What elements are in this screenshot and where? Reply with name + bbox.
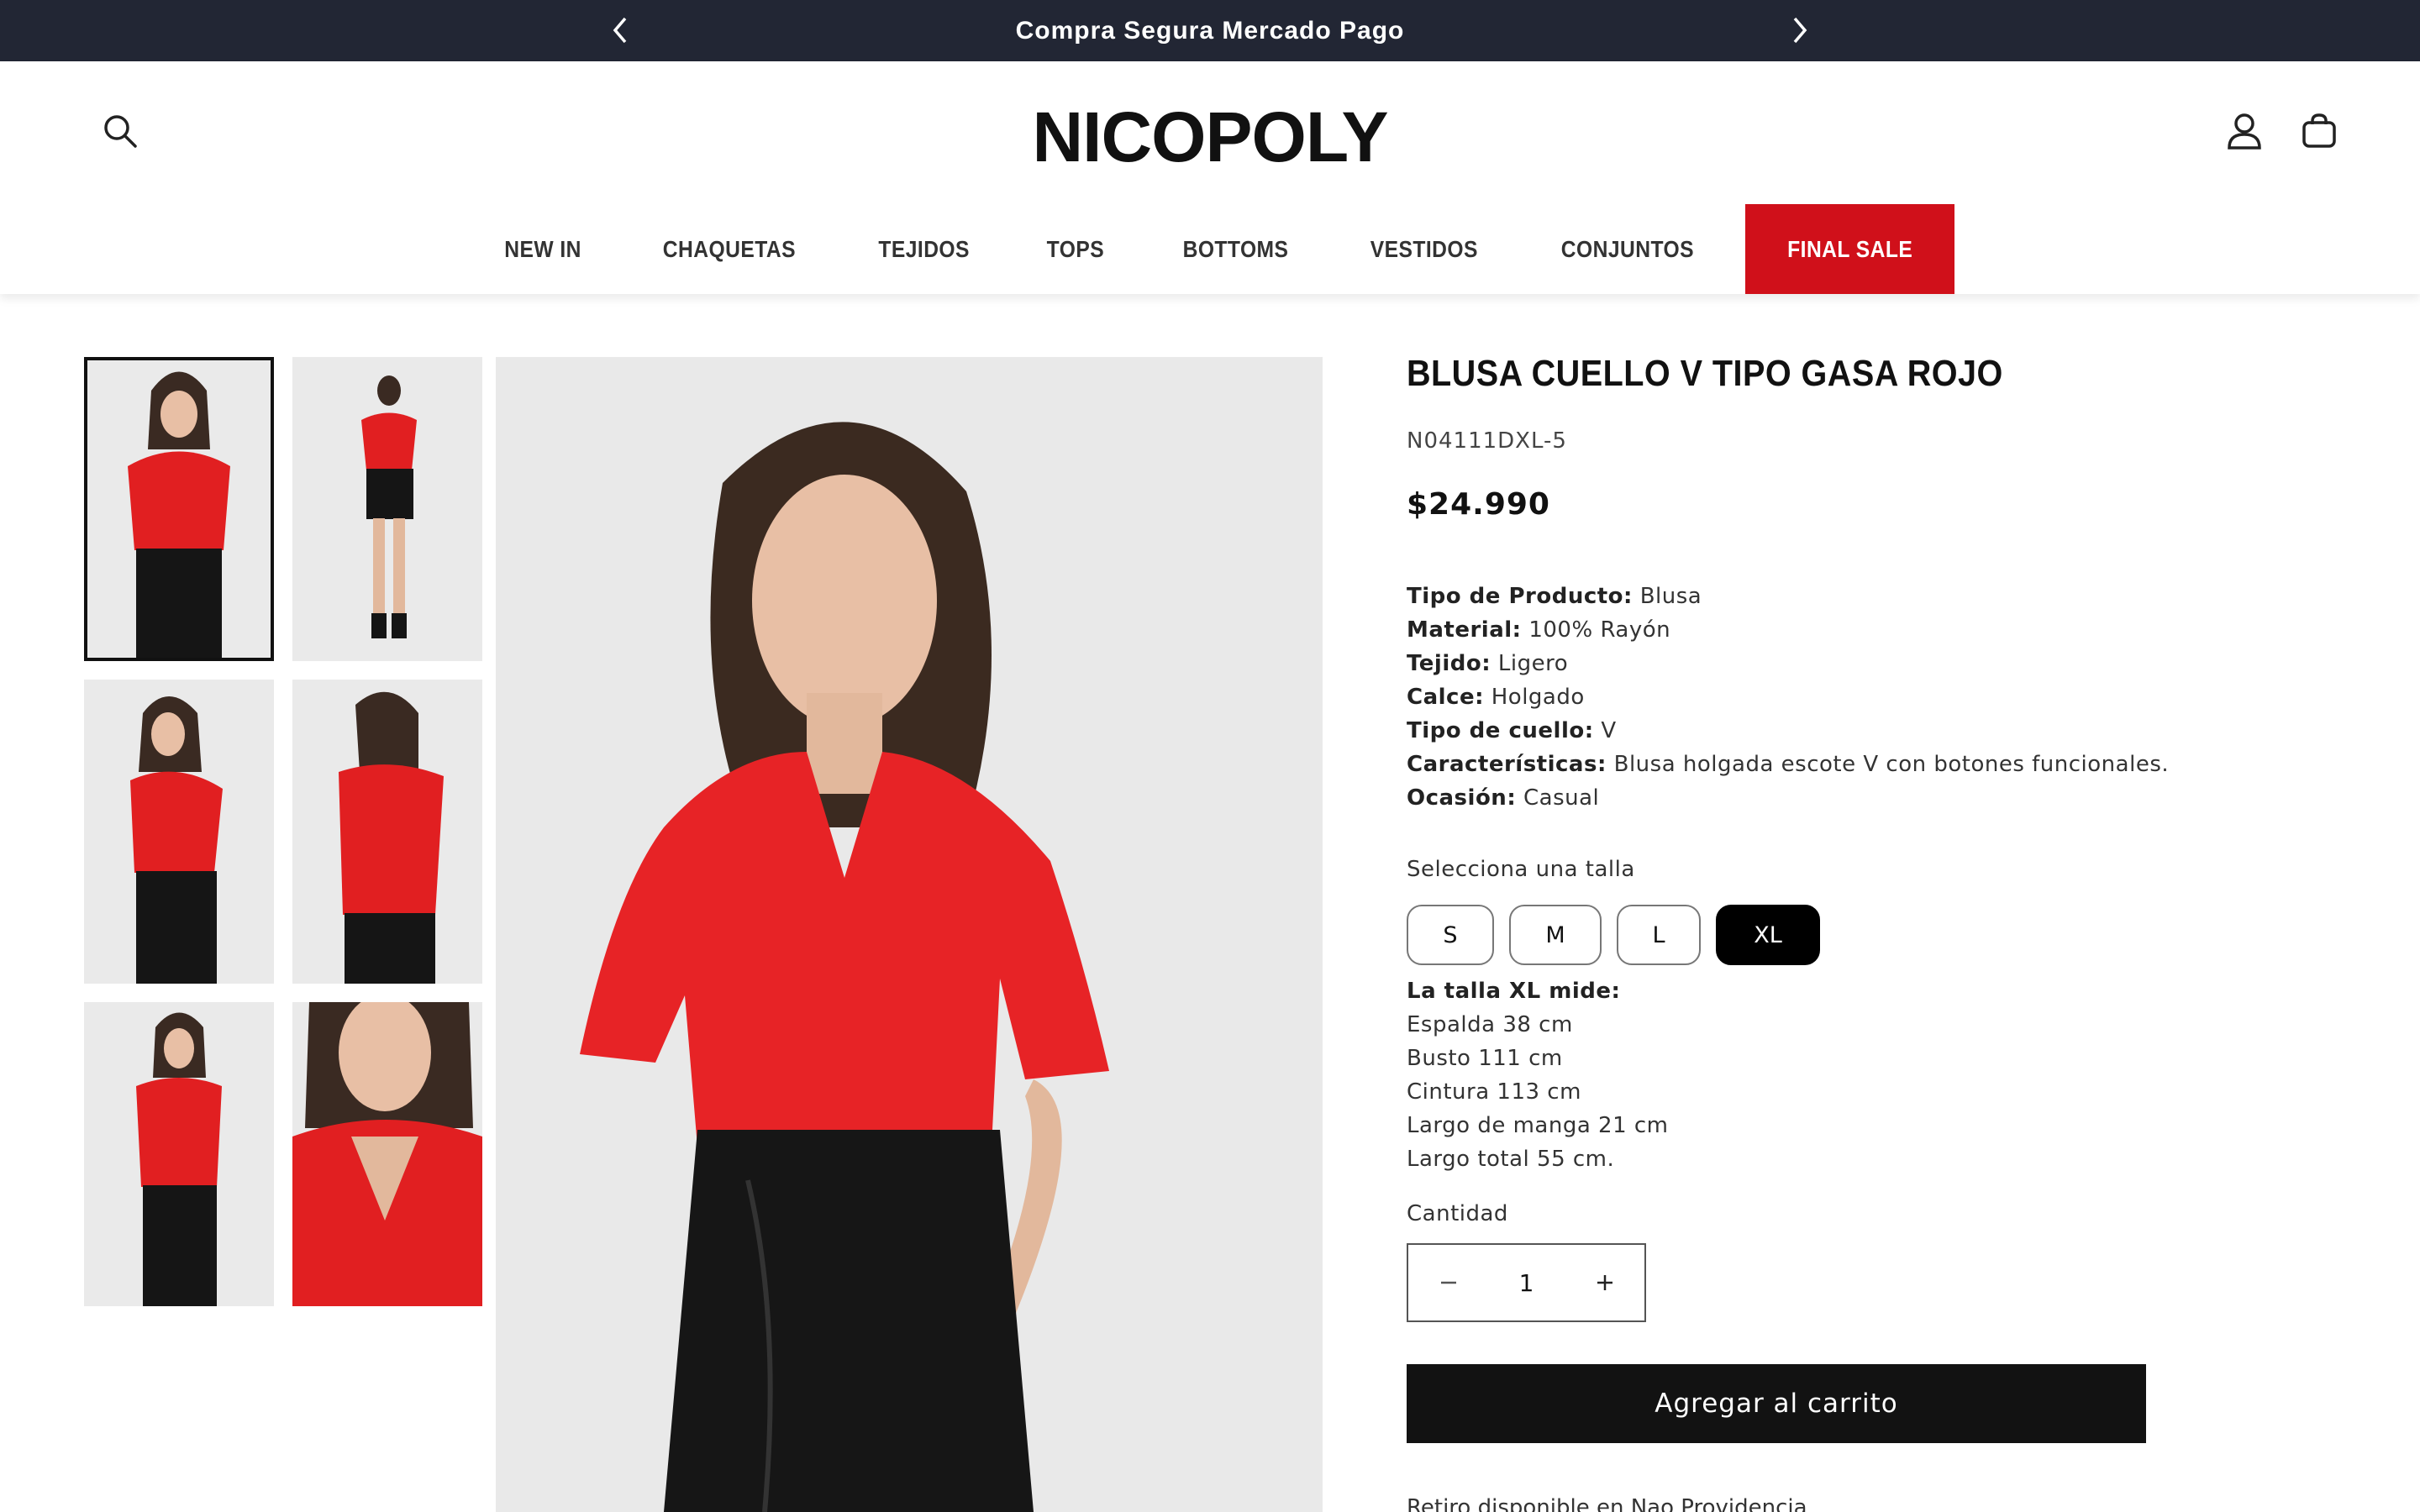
- nav-item-chaquetas[interactable]: CHAQUETAS: [633, 204, 825, 294]
- account-icon[interactable]: [2219, 106, 2270, 156]
- nav-item-final-sale-label: FINAL SALE: [1787, 235, 1913, 262]
- spec-label: Material:: [1407, 617, 1522, 643]
- product-sku: N04111DXL-5: [1407, 428, 1567, 454]
- spec-label: Ocasión:: [1407, 785, 1517, 811]
- minus-icon[interactable]: [1408, 1245, 1488, 1320]
- product-title: BLUSA CUELLO V TIPO GASA ROJO: [1407, 353, 2003, 394]
- spec-label: Tipo de Producto:: [1407, 584, 1633, 609]
- product-main-image[interactable]: [496, 357, 1323, 1512]
- product-price: $24.990: [1407, 487, 1550, 522]
- pickup-availability: Retiro disponible en Nao Providencia: [1407, 1495, 1807, 1512]
- nav-item-conjuntos[interactable]: CONJUNTOS: [1532, 204, 1724, 294]
- measure-title: La talla XL mide:: [1407, 979, 1621, 1004]
- quantity-input[interactable]: 1: [1488, 1269, 1565, 1297]
- spec-label: Tipo de cuello:: [1407, 718, 1594, 743]
- size-option-xl[interactable]: XL: [1716, 905, 1820, 965]
- spec-value: Blusa: [1639, 584, 1702, 609]
- spec-row: Material: 100% Rayón: [1407, 613, 2169, 647]
- size-measurements: La talla XL mide: Espalda 38 cm Busto 11…: [1407, 974, 1669, 1176]
- thumbnail-2[interactable]: [292, 357, 482, 661]
- spec-row: Ocasión: Casual: [1407, 781, 2169, 815]
- thumbnail-4[interactable]: [292, 680, 482, 984]
- logo[interactable]: NICOPOLY: [0, 97, 2420, 178]
- size-option-s[interactable]: S: [1407, 905, 1494, 965]
- announcement-bar: Compra Segura Mercado Pago: [0, 0, 2420, 61]
- spec-row: Características: Blusa holgada escote V …: [1407, 748, 2169, 781]
- spec-value: Ligero: [1497, 651, 1569, 676]
- thumbnail-1[interactable]: [84, 357, 274, 661]
- site-header: NICOPOLY NEW IN CHAQUETAS TEJIDOS TOPS B…: [0, 61, 2420, 294]
- thumbnail-6[interactable]: [292, 1002, 482, 1306]
- spec-label: Características:: [1407, 752, 1607, 777]
- product-specs: Tipo de Producto: Blusa Material: 100% R…: [1407, 580, 2169, 815]
- spec-value: Holgado: [1491, 685, 1585, 710]
- add-to-cart-button[interactable]: Agregar al carrito: [1407, 1364, 2146, 1443]
- measure-row: Espalda 38 cm: [1407, 1012, 1573, 1037]
- spec-row: Tipo de cuello: V: [1407, 714, 2169, 748]
- spec-value: Blusa holgada escote V con botones funci…: [1613, 752, 2170, 777]
- spec-row: Tejido: Ligero: [1407, 647, 2169, 680]
- size-selector: S M L XL: [1407, 905, 1820, 965]
- chevron-left-icon[interactable]: [602, 12, 639, 49]
- nav-item-tops[interactable]: TOPS: [1017, 204, 1134, 294]
- main-nav: NEW IN CHAQUETAS TEJIDOS TOPS BOTTOMS VE…: [0, 204, 2420, 294]
- quantity-stepper: 1: [1407, 1243, 1646, 1322]
- measure-row: Largo total 55 cm.: [1407, 1147, 1615, 1172]
- nav-item-bottoms[interactable]: BOTTOMS: [1153, 204, 1318, 294]
- nav-item-tejidos[interactable]: TEJIDOS: [849, 204, 999, 294]
- nav-item-vestidos[interactable]: VESTIDOS: [1340, 204, 1507, 294]
- measure-row: Largo de manga 21 cm: [1407, 1113, 1669, 1138]
- nav-item-final-sale[interactable]: FINAL SALE: [1744, 204, 1955, 294]
- thumbnail-5[interactable]: [84, 1002, 274, 1306]
- measure-row: Busto 111 cm: [1407, 1046, 1563, 1071]
- spec-value: V: [1601, 718, 1617, 743]
- quantity-label: Cantidad: [1407, 1201, 1508, 1226]
- size-option-m[interactable]: M: [1509, 905, 1602, 965]
- plus-icon[interactable]: [1565, 1245, 1644, 1320]
- measure-row: Cintura 113 cm: [1407, 1079, 1581, 1105]
- size-selector-label: Selecciona una talla: [1407, 857, 1635, 882]
- cart-icon[interactable]: [2294, 106, 2344, 156]
- spec-row: Tipo de Producto: Blusa: [1407, 580, 2169, 613]
- announcement-text: Compra Segura Mercado Pago: [1015, 17, 1405, 45]
- nav-item-new-in[interactable]: NEW IN: [475, 204, 611, 294]
- chevron-right-icon[interactable]: [1781, 12, 1818, 49]
- spec-row: Calce: Holgado: [1407, 680, 2169, 714]
- spec-label: Calce:: [1407, 685, 1484, 710]
- size-option-l[interactable]: L: [1617, 905, 1701, 965]
- thumbnail-3[interactable]: [84, 680, 274, 984]
- spec-value: 100% Rayón: [1528, 617, 1671, 643]
- spec-value: Casual: [1523, 785, 1600, 811]
- spec-label: Tejido:: [1407, 651, 1491, 676]
